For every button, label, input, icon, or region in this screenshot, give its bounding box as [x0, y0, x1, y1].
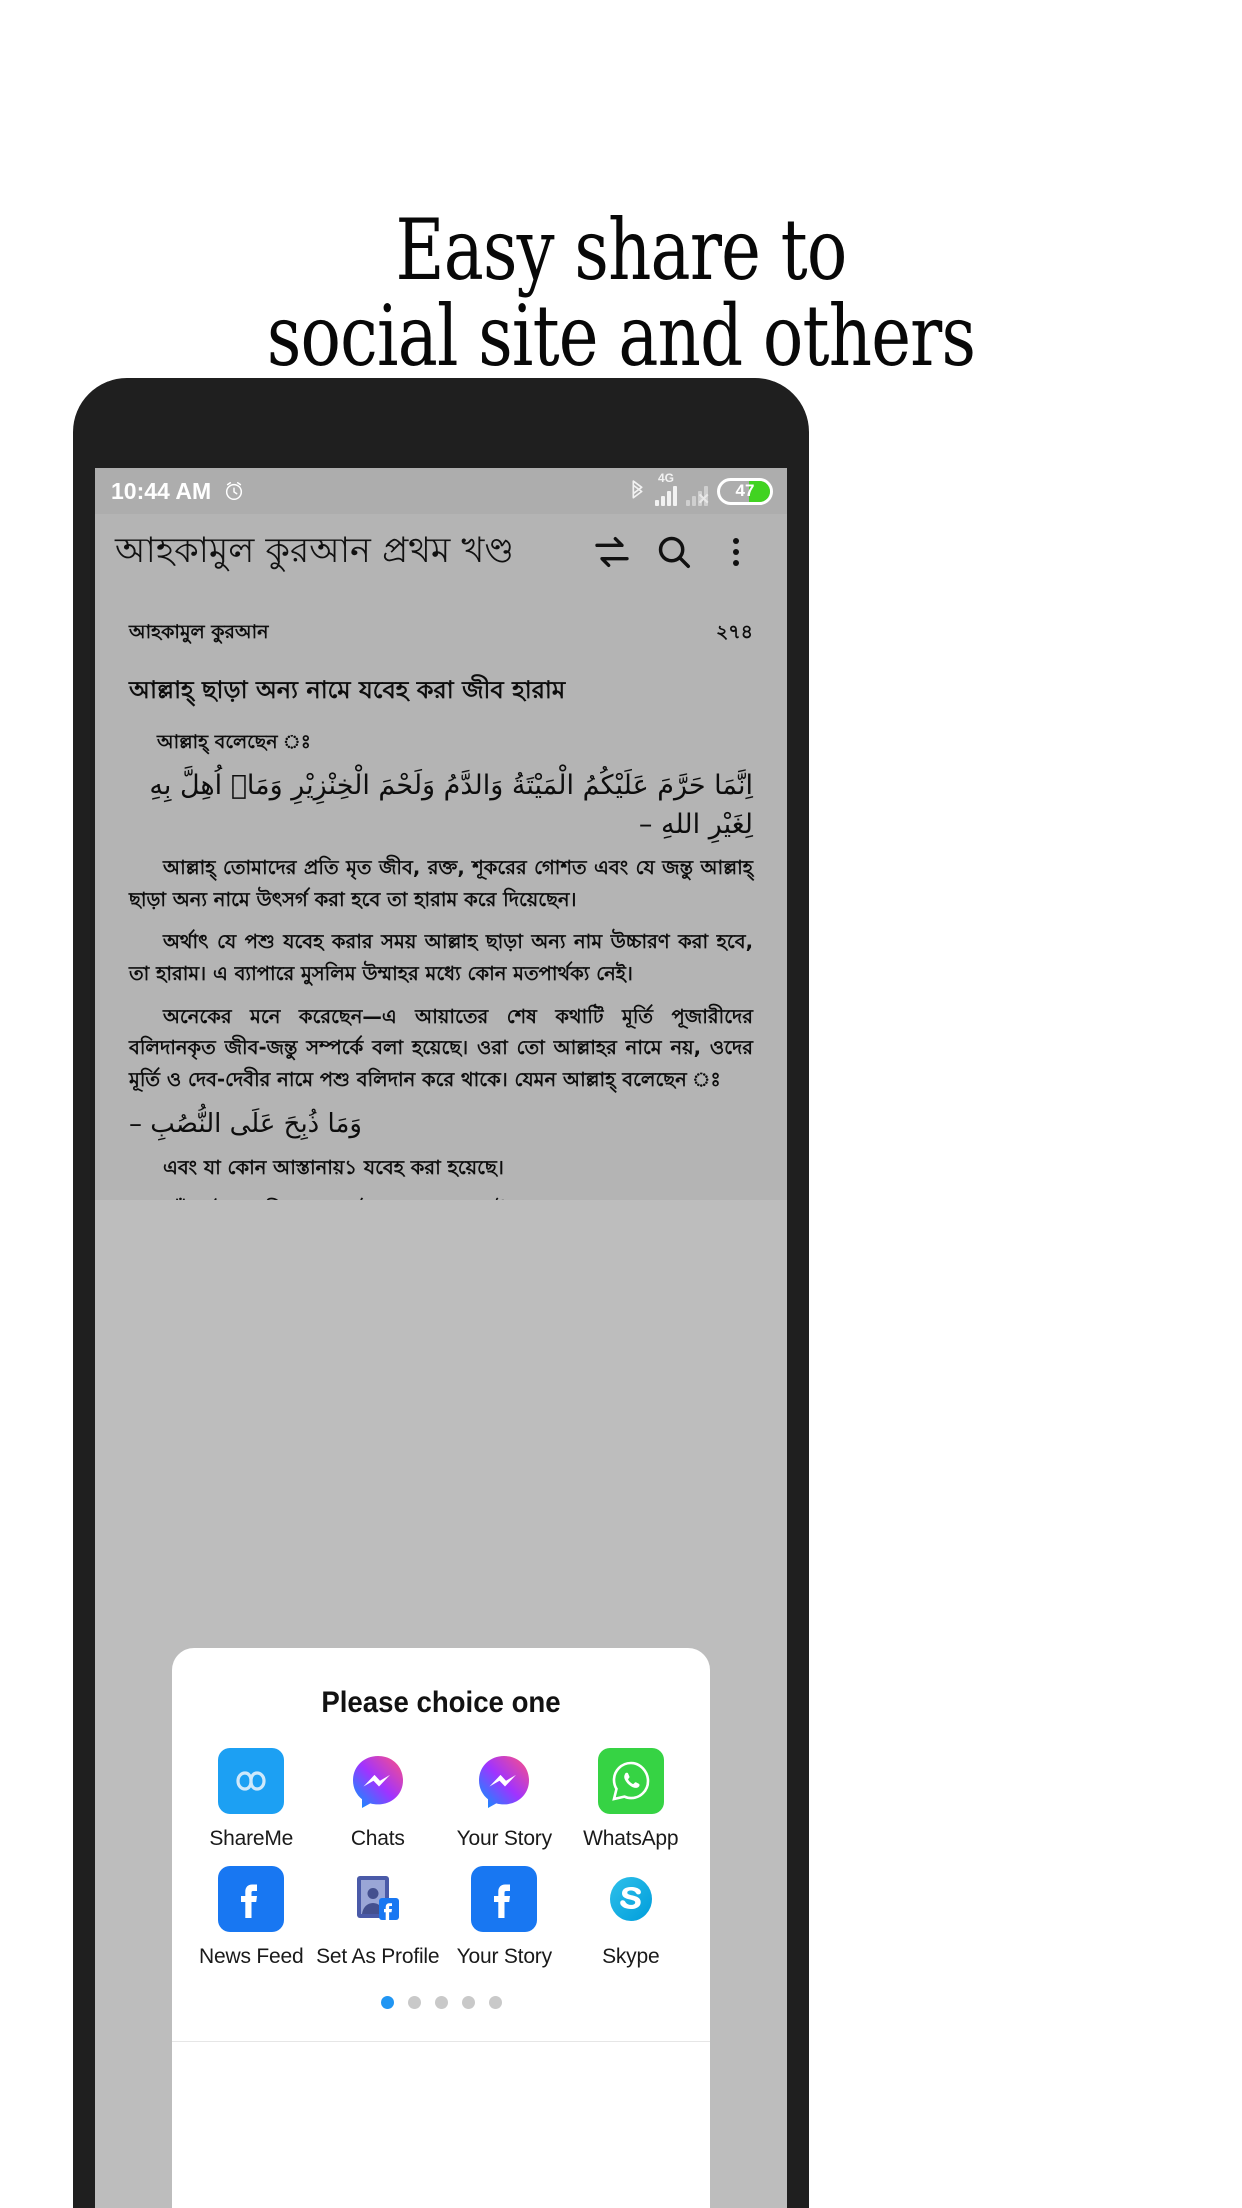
- page-dot[interactable]: [488, 1995, 502, 2009]
- running-head: আহকামুল কুরআন ২৭৪: [129, 618, 753, 650]
- page-dot[interactable]: [407, 1995, 421, 2009]
- paragraph-1: আল্লাহ্ তোমাদের প্রতি মৃত জীব, রক্ত, শূক…: [129, 856, 753, 911]
- section-heading: আল্লাহ্ ছাড়া অন্য নামে যবেহ করা জীব হার…: [129, 676, 566, 704]
- whatsapp-icon: [597, 1748, 664, 1814]
- page-dot[interactable]: [461, 1995, 475, 2009]
- verse-intro: আল্লাহ্ বলেছেন ঃ: [157, 731, 311, 753]
- no-service-x-icon: ✕: [697, 491, 710, 508]
- search-icon: [658, 536, 690, 568]
- share-target-shareme[interactable]: ShareMe: [188, 1748, 315, 1852]
- overflow-menu-button[interactable]: [705, 521, 767, 583]
- book-page[interactable]: আহকামুল কুরআন ২৭৪ আল্লাহ্ ছাড়া অন্য নাম…: [95, 590, 787, 1200]
- share-target-skype[interactable]: Skype: [568, 1866, 695, 1970]
- share-target-label: Skype: [602, 1944, 660, 1968]
- share-target-label: ShareMe: [209, 1827, 294, 1850]
- page-indicator[interactable]: [172, 1970, 710, 2009]
- page-number: ২৭৪: [715, 621, 753, 643]
- search-button[interactable]: [643, 521, 705, 583]
- status-time: 10:44 AM: [111, 477, 212, 504]
- arabic-verse-2: وَمَا ذُبِحَ عَلَى النُّصُبِ –: [129, 1109, 362, 1140]
- facebook-icon: [471, 1865, 538, 1932]
- phone-screen: 10:44 AM 4G ✕ 47 আহকামুল কুরআন প্রথম খণ্…: [95, 468, 787, 2208]
- share-target-label: News Feed: [199, 1944, 304, 1968]
- headline-line-2: social site and others: [266, 287, 976, 386]
- battery-level: 47: [735, 481, 755, 500]
- headline-line-1: Easy share to: [395, 200, 847, 299]
- alarm-icon: [226, 482, 243, 500]
- share-sheet-title: Please choice one: [321, 1686, 561, 1719]
- share-target-whatsapp[interactable]: WhatsApp: [568, 1748, 695, 1852]
- bluetooth-icon: [632, 479, 643, 499]
- facebook-icon: [218, 1865, 285, 1932]
- phone-frame: 10:44 AM 4G ✕ 47 আহকামুল কুরআন প্রথম খণ্…: [73, 378, 809, 2208]
- shareme-icon: [218, 1748, 285, 1814]
- share-target-set-as-profile[interactable]: Set As Profile: [315, 1866, 442, 1970]
- share-target-news-feed[interactable]: News Feed: [188, 1865, 315, 1970]
- app-bar-title: আহকামুল কুরআন প্রথম খণ্ড: [115, 530, 515, 571]
- page-dot[interactable]: [434, 1995, 448, 2009]
- app-bar: আহকামুল কুরআন প্রথম খণ্ড: [95, 514, 787, 590]
- swap-arrows-icon: [595, 537, 629, 567]
- sim1-signal-icon: 4G: [655, 472, 677, 506]
- share-target-label: Set As Profile: [316, 1944, 440, 1968]
- messenger-icon: [345, 1748, 411, 1814]
- paragraph-5: তাঁরা ঈসা-মসীহ্‌র নাম উচ্চারণ করে খৃস্টা…: [129, 1195, 753, 1200]
- swap-arrows-button[interactable]: [581, 521, 643, 583]
- skype-icon: [598, 1866, 664, 1932]
- share-target-label: Your Story: [456, 1827, 552, 1850]
- share-target-label: WhatsApp: [583, 1827, 679, 1850]
- share-sheet-dialog: Please choice one ShareMe Chats Your Sto…: [172, 1648, 710, 2208]
- book-name: আহকামুল কুরআন: [129, 621, 269, 643]
- share-target-label: Your Story: [456, 1944, 552, 1968]
- facebook-profile-icon: [345, 1866, 411, 1932]
- battery-indicator: 47: [717, 477, 773, 505]
- share-target-grid: ShareMe Chats Your Story WhatsApp News F…: [172, 1726, 710, 1970]
- paragraph-4: এবং যা কোন আস্তানায়১ যবেহ করা হয়েছে।: [163, 1156, 504, 1180]
- messenger-icon: [471, 1748, 537, 1814]
- page-dot-active[interactable]: [380, 1995, 394, 2009]
- more-vertical-icon: [733, 538, 739, 566]
- paragraph-3: অনেকের মনে করেছেন—এ আয়াতের শেষ কথাটি মূ…: [129, 1004, 753, 1091]
- share-target-facebook-your-story[interactable]: Your Story: [441, 1865, 568, 1970]
- share-target-chats[interactable]: Chats: [315, 1748, 442, 1852]
- sheet-divider: [172, 2040, 710, 2042]
- paragraph-2: অর্থাৎ যে পশু যবেহ করার সময় আল্লাহ ছাড়…: [129, 930, 753, 986]
- status-bar: 10:44 AM 4G ✕ 47: [95, 468, 787, 514]
- network-label: 4G: [658, 471, 675, 485]
- share-target-label: Chats: [350, 1827, 405, 1850]
- share-target-messenger-your-story[interactable]: Your Story: [441, 1748, 568, 1852]
- arabic-verse-1: اِنَّمَا حَرَّمَ عَلَيْكُمُ الْمَيْتَةُ …: [149, 770, 753, 841]
- sim2-signal-icon: ✕: [686, 476, 710, 508]
